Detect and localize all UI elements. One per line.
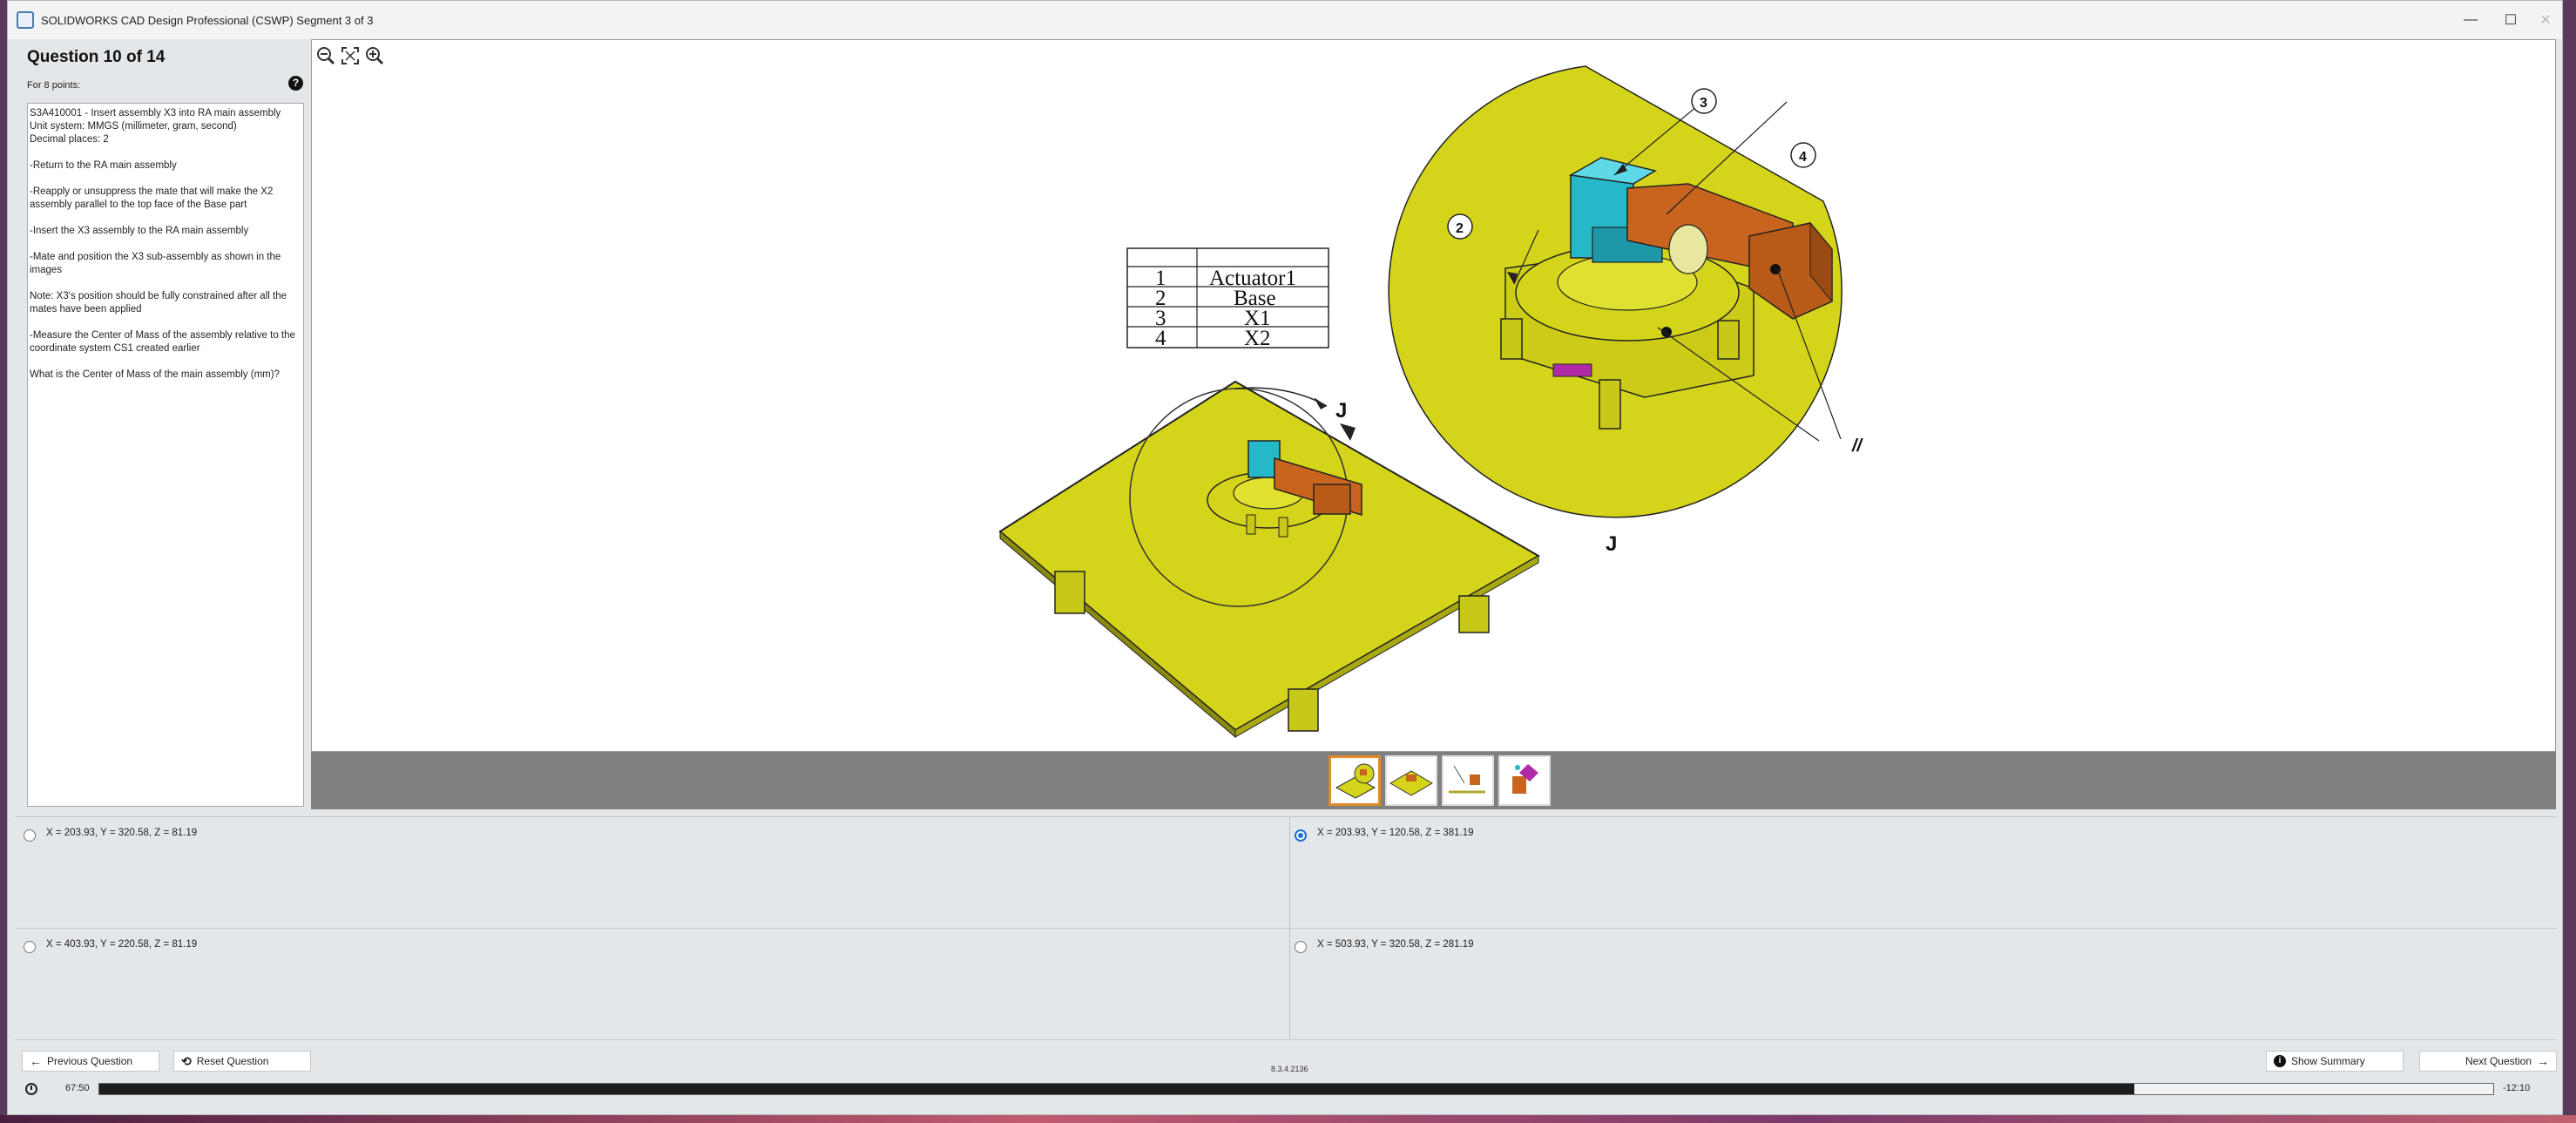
radio-button[interactable] [1295,941,1307,953]
question-paragraph: -Mate and position the X3 sub-assembly a… [30,252,281,275]
balloon-2: 2 [1456,221,1464,236]
show-summary-button[interactable]: i Show Summary [2266,1051,2404,1072]
question-panel: Question 10 of 14 For 8 points: ? S3A410… [15,39,304,809]
time-progress-bar [98,1083,2494,1095]
balloon-3: 3 [1700,96,1707,111]
bom-name: X2 [1244,327,1271,350]
question-paragraph: What is the Center of Mass of the main a… [30,369,280,380]
timer-row: 67:50 -12:10 [15,1078,2557,1100]
cad-drawing: 1 Actuator1 2 Base 3 X1 4 X2 J 3 4 2 // … [998,65,1864,739]
answer-label: X = 403.93, Y = 220.58, Z = 81.19 [46,939,198,950]
thumbnail-2[interactable] [1385,755,1437,806]
detail-label: J [1335,399,1347,423]
thumbnail-3[interactable] [1442,755,1494,806]
desktop-background [0,1115,2576,1123]
version-label: 8.3.4.2136 [1271,1065,1308,1073]
answer-divider [1289,816,1290,1039]
answer-option-4[interactable]: X = 503.93, Y = 320.58, Z = 281.19 [1286,929,2557,1040]
question-paragraph: S3A410001 - Insert assembly X3 into RA m… [30,108,281,145]
question-points: For 8 points: [27,80,81,91]
answer-label: X = 203.93, Y = 120.58, Z = 381.19 [1317,828,1474,838]
radio-button[interactable] [24,829,36,842]
thumbnail-1[interactable] [1329,755,1381,806]
radio-button-selected[interactable] [1295,829,1307,842]
window-title: SOLIDWORKS CAD Design Professional (CSWP… [41,13,374,27]
thumbnail-strip [311,752,2556,809]
help-icon[interactable]: ? [288,76,303,91]
arrow-right-icon: → [2537,1054,2549,1068]
parallel-symbol: // [1851,436,1864,456]
reset-icon: ⟲ [181,1053,192,1068]
bom-num: 4 [1155,327,1166,350]
answer-option-2[interactable]: X = 203.93, Y = 120.58, Z = 381.19 [1286,817,2557,929]
app-window: SOLIDWORKS CAD Design Professional (CSWP… [7,0,2563,1115]
previous-label: Previous Question [47,1055,133,1067]
radio-button[interactable] [24,941,36,953]
app-icon [17,11,34,29]
next-question-button[interactable]: Next Question → [2419,1051,2557,1072]
remaining-time: -12:10 [2503,1083,2531,1093]
question-paragraph: Note: X3's position should be fully cons… [30,291,287,315]
image-viewer[interactable]: 1 Actuator1 2 Base 3 X1 4 X2 J 3 4 2 // … [311,39,2556,752]
close-button[interactable]: ✕ [2525,1,2566,39]
question-paragraph: -Reapply or unsuppress the mate that wil… [30,186,274,210]
reset-question-button[interactable]: ⟲ Reset Question [173,1051,311,1072]
elapsed-time: 67:50 [65,1083,90,1093]
answer-label: X = 203.93, Y = 320.58, Z = 81.19 [46,828,198,838]
info-icon: i [2274,1055,2286,1067]
bom-table: 1 Actuator1 2 Base 3 X1 4 X2 [1126,247,1329,350]
answer-option-1[interactable]: X = 203.93, Y = 320.58, Z = 81.19 [15,817,1286,929]
time-progress-fill [99,1084,2134,1094]
answer-option-3[interactable]: X = 403.93, Y = 220.58, Z = 81.19 [15,929,1286,1040]
answer-options: X = 203.93, Y = 320.58, Z = 81.19 X = 20… [15,816,2557,1040]
question-paragraph: -Measure the Center of Mass of the assem… [30,330,295,354]
summary-label: Show Summary [2291,1055,2365,1067]
reset-label: Reset Question [196,1055,269,1067]
previous-question-button[interactable]: ← Previous Question [22,1051,159,1072]
detail-view-j: 3 4 2 // J [1388,65,1864,556]
question-text: S3A410001 - Insert assembly X3 into RA m… [27,103,304,807]
title-bar: SOLIDWORKS CAD Design Professional (CSWP… [8,1,2562,39]
answer-label: X = 503.93, Y = 320.58, Z = 281.19 [1317,939,1474,950]
view-label: J [1606,532,1617,556]
question-paragraph: -Insert the X3 assembly to the RA main a… [30,226,249,236]
question-title: Question 10 of 14 [27,48,166,66]
balloon-4: 4 [1799,150,1807,165]
minimize-button[interactable]: — [2451,1,2491,39]
question-paragraph: -Return to the RA main assembly [30,160,177,171]
next-label: Next Question [2464,1055,2532,1067]
arrow-left-icon: ← [30,1054,42,1068]
thumbnail-4[interactable] [1498,755,1551,806]
clock-icon [25,1083,37,1095]
